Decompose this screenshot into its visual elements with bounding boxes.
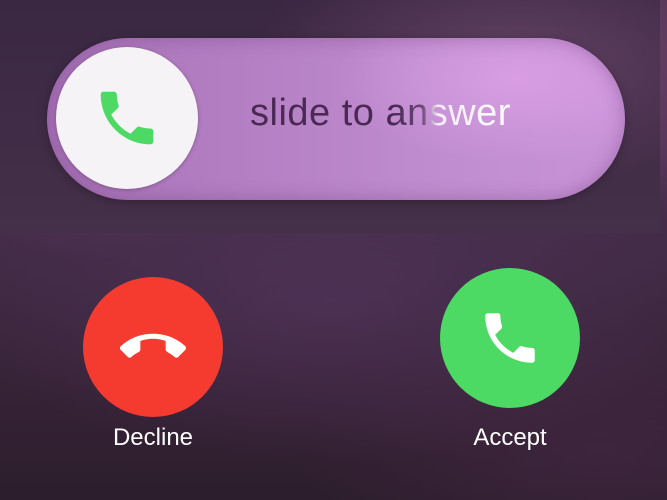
accept-label: Accept: [473, 424, 547, 451]
decline-button[interactable]: [83, 277, 223, 417]
phone-icon: [100, 91, 154, 145]
phone-hangup-icon: [120, 333, 186, 358]
phone-icon: [485, 313, 535, 363]
slide-to-answer-knob[interactable]: [56, 47, 198, 189]
decline-label: Decline: [112, 424, 194, 451]
slide-to-answer-label: slide to answer: [250, 92, 511, 134]
accept-button[interactable]: [440, 268, 580, 408]
